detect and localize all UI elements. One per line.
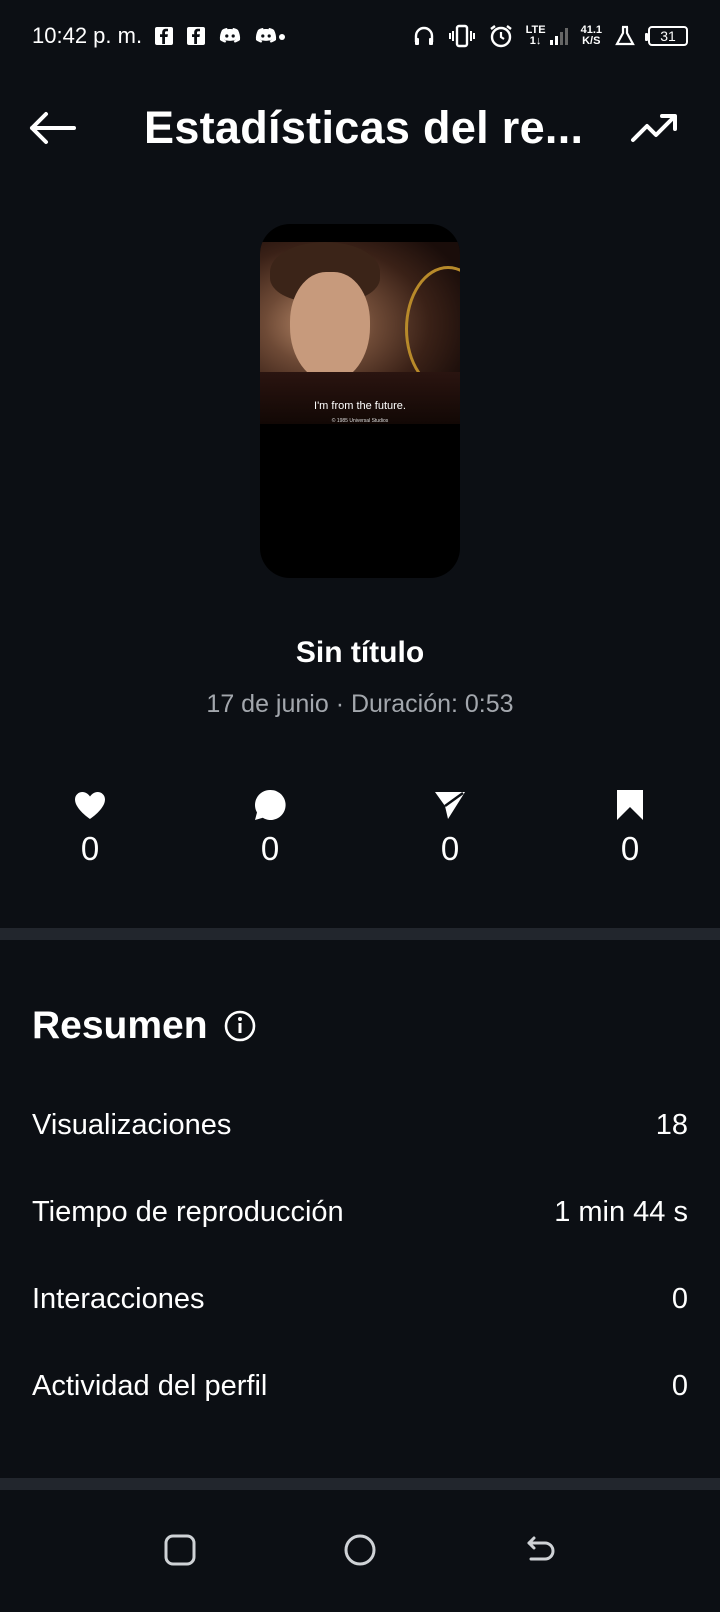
page-title: Estadísticas del re... <box>144 102 584 153</box>
network-speed: 41.1 K/S <box>580 24 602 47</box>
post-title: Sin título <box>295 636 425 669</box>
heart-icon <box>40 786 140 824</box>
trending-up-icon <box>630 110 678 151</box>
summary-row-interactions[interactable]: Interacciones 0 <box>32 1274 688 1324</box>
engagement-row: 0 0 0 0 <box>0 786 720 876</box>
comments-stat: 0 <box>220 786 320 868</box>
circle-icon <box>343 1533 377 1572</box>
vibrate-icon <box>448 24 476 48</box>
discord-icon <box>254 26 286 46</box>
alarm-icon <box>488 23 514 49</box>
info-icon[interactable] <box>224 1010 256 1042</box>
shares-count: 0 <box>440 830 460 867</box>
home-button[interactable] <box>338 1530 382 1574</box>
headphones-icon <box>412 24 436 48</box>
row-value: 18 <box>655 1108 688 1141</box>
row-label: Visualizaciones <box>32 1108 232 1141</box>
recents-button[interactable] <box>158 1530 202 1574</box>
summary-row-watch-time[interactable]: Tiempo de reproducción 1 min 44 s <box>32 1187 688 1237</box>
back-button[interactable] <box>28 108 84 152</box>
discord-icon <box>218 26 242 46</box>
facebook-icon <box>154 26 174 46</box>
video-caption-sub: © 1985 Universal Studios <box>331 418 389 424</box>
status-time: 10:42 p. m. <box>32 23 143 48</box>
saves-stat: 0 <box>580 786 680 868</box>
summary-title: Resumen <box>32 1004 208 1047</box>
trending-button[interactable] <box>630 108 682 152</box>
lab-flask-icon <box>614 25 636 47</box>
video-frame <box>260 242 460 424</box>
comments-count: 0 <box>260 830 280 867</box>
row-label: Tiempo de reproducción <box>32 1195 344 1228</box>
bookmark-icon <box>580 786 680 824</box>
comment-icon <box>220 786 320 824</box>
summary-heading: Resumen <box>32 1004 256 1048</box>
square-icon <box>164 1534 196 1571</box>
battery-icon: 31 <box>645 26 688 46</box>
share-icon <box>400 786 500 824</box>
video-caption: I'm from the future. <box>314 400 406 412</box>
divider <box>0 928 720 940</box>
top-app-bar: Estadísticas del re... <box>0 90 720 168</box>
status-bar: 10:42 p. m. LTE 1↓ 41.1 K/S 31 <box>0 0 720 72</box>
shares-stat: 0 <box>400 786 500 868</box>
system-nav-bar <box>0 1500 720 1612</box>
divider <box>0 1478 720 1490</box>
post-meta: 17 de junio · Duración: 0:53 <box>206 690 514 718</box>
row-value: 0 <box>671 1369 688 1402</box>
row-value: 1 min 44 s <box>554 1195 688 1228</box>
arrow-left-icon <box>28 110 76 151</box>
reel-thumbnail[interactable]: I'm from the future. © 1985 Universal St… <box>260 224 460 578</box>
facebook-icon <box>186 26 206 46</box>
saves-count: 0 <box>620 830 640 867</box>
lte-signal-icon: LTE 1↓ <box>526 25 569 47</box>
summary-row-views[interactable]: Visualizaciones 18 <box>32 1100 688 1150</box>
back-arrow-icon <box>523 1535 557 1570</box>
likes-stat: 0 <box>40 786 140 868</box>
row-label: Interacciones <box>32 1282 205 1315</box>
back-nav-button[interactable] <box>518 1530 562 1574</box>
row-label: Actividad del perfil <box>32 1369 268 1402</box>
row-value: 0 <box>671 1282 688 1315</box>
likes-count: 0 <box>80 830 100 867</box>
summary-row-profile-activity[interactable]: Actividad del perfil 0 <box>32 1361 688 1411</box>
